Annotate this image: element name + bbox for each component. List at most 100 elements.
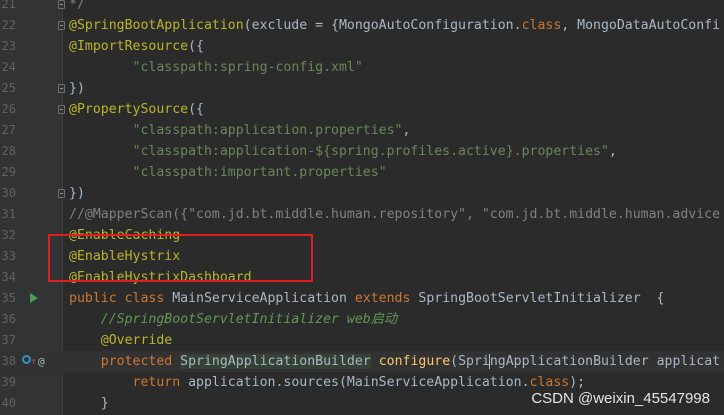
code-token: @ImportResource [69, 39, 189, 54]
line-number[interactable]: 30 [0, 183, 16, 204]
code-line[interactable]: 25}) [0, 78, 724, 99]
code-line[interactable]: 37 @Override [0, 330, 724, 351]
code-token: "classpath:application-${spring.profiles… [132, 144, 609, 159]
code-text: }) [69, 183, 85, 204]
code-token: "classpath:spring-config.xml" [132, 60, 363, 75]
csdn-watermark: CSDN @weixin_45547998 [531, 390, 710, 407]
fold-toggle-icon[interactable] [58, 84, 65, 93]
code-text: "classpath:important.properties" [69, 162, 387, 183]
code-token: }) [69, 186, 85, 201]
code-line[interactable]: 24 "classpath:spring-config.xml" [0, 57, 724, 78]
line-number[interactable]: 37 [0, 330, 16, 351]
line-number[interactable]: 40 [0, 393, 16, 414]
line-number[interactable]: 32 [0, 225, 16, 246]
code-token: } [69, 396, 109, 411]
code-text: return application.sources(MainServiceAp… [69, 372, 586, 393]
code-line[interactable]: 26 @PropertySource({ [0, 99, 724, 120]
code-token: application.sources(MainServiceApplicati… [188, 375, 530, 390]
line-number[interactable]: 22 [0, 15, 16, 36]
code-token: "classpath:important.properties" [132, 165, 387, 180]
code-token: class [529, 375, 570, 390]
code-line[interactable]: 27 "classpath:application.properties", [0, 120, 724, 141]
code-token: class [521, 18, 562, 33]
line-number[interactable]: 21 [0, 0, 16, 15]
line-number[interactable]: 33 [0, 246, 16, 267]
overrides-arrow-icon: ↑ [31, 357, 37, 367]
line-number[interactable]: 23 [0, 36, 16, 57]
fold-toggle-icon[interactable] [58, 21, 65, 30]
code-text: protected SpringApplicationBuilder confi… [69, 351, 720, 372]
code-editor[interactable]: 21 */ 22 @SpringBootApplication(exclude = {… [0, 0, 724, 415]
fold-toggle-icon[interactable] [58, 105, 65, 114]
line-number[interactable]: 25 [0, 78, 16, 99]
overrides-method-icon[interactable] [22, 355, 31, 364]
line-number[interactable]: 24 [0, 57, 16, 78]
code-token: SpringApplicationBuilder [180, 354, 371, 369]
line-number[interactable]: 28 [0, 141, 16, 162]
line-number[interactable]: 39 [0, 372, 16, 393]
code-token: (exclude = {MongoAutoConfiguration. [243, 18, 522, 33]
code-token: , [402, 123, 411, 138]
code-token: ({ [188, 102, 204, 117]
fold-toggle-icon[interactable] [58, 189, 65, 198]
code-line[interactable]: 38 ↑ @ protected SpringApplicationBuilder … [0, 351, 724, 372]
code-text: @Override [69, 330, 172, 351]
code-line[interactable]: 22 @SpringBootApplication(exclude = {Mong… [0, 15, 724, 36]
code-text: public class MainServiceApplication exte… [69, 288, 665, 309]
code-line[interactable]: 28 "classpath:application-${spring.profi… [0, 141, 724, 162]
code-text: }) [69, 78, 85, 99]
code-text: @PropertySource({ [69, 99, 204, 120]
code-text: @SpringBootApplication(exclude = {MongoA… [69, 15, 720, 36]
code-token: protected [100, 354, 181, 369]
code-line[interactable]: 30}) [0, 183, 724, 204]
code-token: @SpringBootApplication [69, 18, 244, 33]
code-token: ngApplicationBuilder applicat [489, 354, 721, 369]
code-token: ); [569, 375, 586, 390]
code-token: @PropertySource [69, 102, 189, 117]
code-token: }) [69, 81, 85, 96]
line-number[interactable]: 29 [0, 162, 16, 183]
line-number[interactable]: 35 [0, 288, 16, 309]
code-token: MainServiceApplication [172, 291, 355, 306]
code-line[interactable]: 35 public class MainServiceApplication ex… [0, 288, 724, 309]
line-number[interactable]: 31 [0, 204, 16, 225]
code-token: configure [378, 354, 451, 369]
code-token: SpringBootServletInitializer { [418, 291, 665, 306]
line-number[interactable]: 38 [0, 351, 16, 372]
code-line[interactable]: 29 "classpath:important.properties" [0, 162, 724, 183]
annotation-gutter-icon[interactable]: @ [38, 351, 45, 372]
line-number[interactable]: 34 [0, 267, 16, 288]
code-token: , [608, 144, 617, 159]
code-line[interactable]: 21 */ [0, 0, 724, 15]
code-line[interactable]: 23 @ImportResource({ [0, 36, 724, 57]
code-token: return [132, 375, 189, 390]
red-highlight-box [48, 234, 313, 282]
code-text: //@MapperScan({"com.jd.bt.middle.human.r… [69, 204, 720, 225]
code-line[interactable]: 36 //SpringBootServletInitializer web启动 [0, 309, 724, 330]
code-token: public class [69, 291, 173, 306]
code-text: "classpath:application.properties", [69, 120, 411, 141]
line-number[interactable]: 27 [0, 120, 16, 141]
line-number[interactable]: 36 [0, 309, 16, 330]
code-token: @Override [100, 333, 173, 348]
code-token: //SpringBootServletInitializer web启动 [100, 312, 398, 327]
code-text: @ImportResource({ [69, 36, 204, 57]
line-number[interactable]: 26 [0, 99, 16, 120]
run-gutter-icon[interactable] [30, 293, 38, 303]
code-text: "classpath:spring-config.xml" [69, 57, 363, 78]
code-line[interactable]: 31 //@MapperScan({"com.jd.bt.middle.human… [0, 204, 724, 225]
code-token: extends [354, 291, 419, 306]
fold-toggle-icon[interactable] [58, 0, 65, 9]
code-text: } [69, 393, 109, 414]
code-text: "classpath:application-${spring.profiles… [69, 141, 617, 162]
code-text: */ [69, 0, 85, 15]
code-token: ({ [188, 39, 204, 54]
